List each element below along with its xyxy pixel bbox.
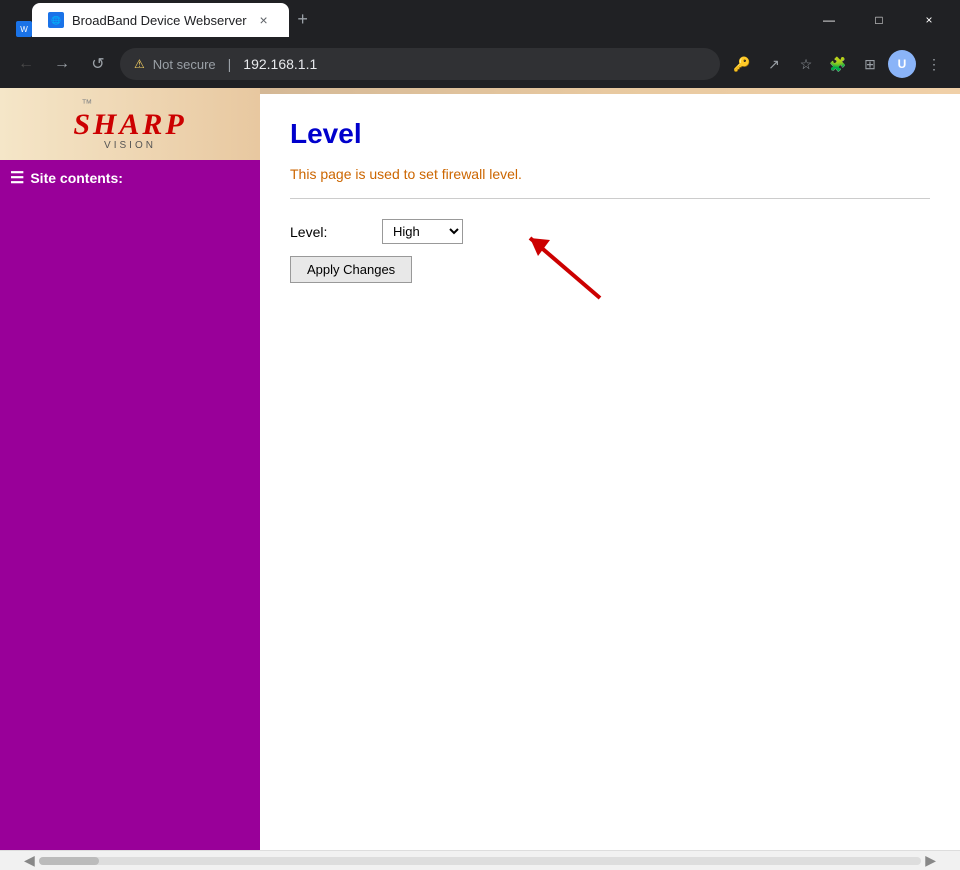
apply-form-row: Apply Changes: [290, 256, 930, 283]
address-bar-input[interactable]: ⚠ Not secure | 192.168.1.1: [120, 48, 720, 80]
not-secure-label: Not secure: [153, 57, 216, 72]
bottom-scrollbar[interactable]: ◀ ▶: [0, 850, 960, 870]
page-title: Level: [290, 118, 930, 150]
scroll-left-arrow[interactable]: ◀: [20, 852, 39, 869]
maximize-button[interactable]: □: [856, 4, 902, 36]
more-options-icon[interactable]: ⋮: [920, 50, 948, 78]
extension-icon[interactable]: 🧩: [824, 50, 852, 78]
url-display: 192.168.1.1: [243, 56, 317, 72]
content-area: Level This page is used to set firewall …: [260, 88, 960, 850]
logo-subtitle: VISION: [73, 140, 186, 151]
scroll-thumb[interactable]: [39, 857, 99, 865]
share-icon[interactable]: ↗: [760, 50, 788, 78]
browser-menu-icon[interactable]: ⊞: [856, 50, 884, 78]
header-bar: [260, 88, 960, 94]
apply-changes-button[interactable]: Apply Changes: [290, 256, 412, 283]
new-tab-button[interactable]: +: [289, 5, 317, 33]
tab-icon: 🌐: [48, 12, 64, 28]
site-contents-label: ☰ Site contents:: [0, 160, 260, 192]
minimize-button[interactable]: —: [806, 4, 852, 36]
not-secure-icon: ⚠: [134, 57, 145, 71]
scroll-right-arrow[interactable]: ▶: [921, 852, 940, 869]
sidebar: ™ SHARP VISION ☰ Site contents:: [0, 88, 260, 850]
tab-close-button[interactable]: ×: [255, 11, 273, 29]
level-label: Level:: [290, 224, 370, 240]
level-form-row: Level: High Medium Low: [290, 219, 930, 244]
level-select[interactable]: High Medium Low: [382, 219, 463, 244]
profile-button[interactable]: U: [888, 50, 916, 78]
hamburger-icon: ☰: [10, 168, 24, 188]
reload-button[interactable]: ↺: [84, 50, 112, 78]
url-separator: |: [228, 56, 232, 72]
divider: [290, 198, 930, 199]
key-icon[interactable]: 🔑: [728, 50, 756, 78]
logo-text: SHARP: [73, 110, 186, 140]
forward-button[interactable]: →: [48, 50, 76, 78]
page-description: This page is used to set firewall level.: [290, 166, 930, 182]
logo-area: ™ SHARP VISION: [0, 88, 260, 160]
bookmark-icon[interactable]: ☆: [792, 50, 820, 78]
active-tab[interactable]: 🌐 BroadBand Device Webserver ×: [32, 3, 289, 37]
tab-favicon: W: [16, 21, 32, 37]
window-close-button[interactable]: ×: [906, 4, 952, 36]
back-button[interactable]: ←: [12, 50, 40, 78]
tab-title: BroadBand Device Webserver: [72, 13, 247, 28]
scroll-track[interactable]: [39, 857, 921, 865]
